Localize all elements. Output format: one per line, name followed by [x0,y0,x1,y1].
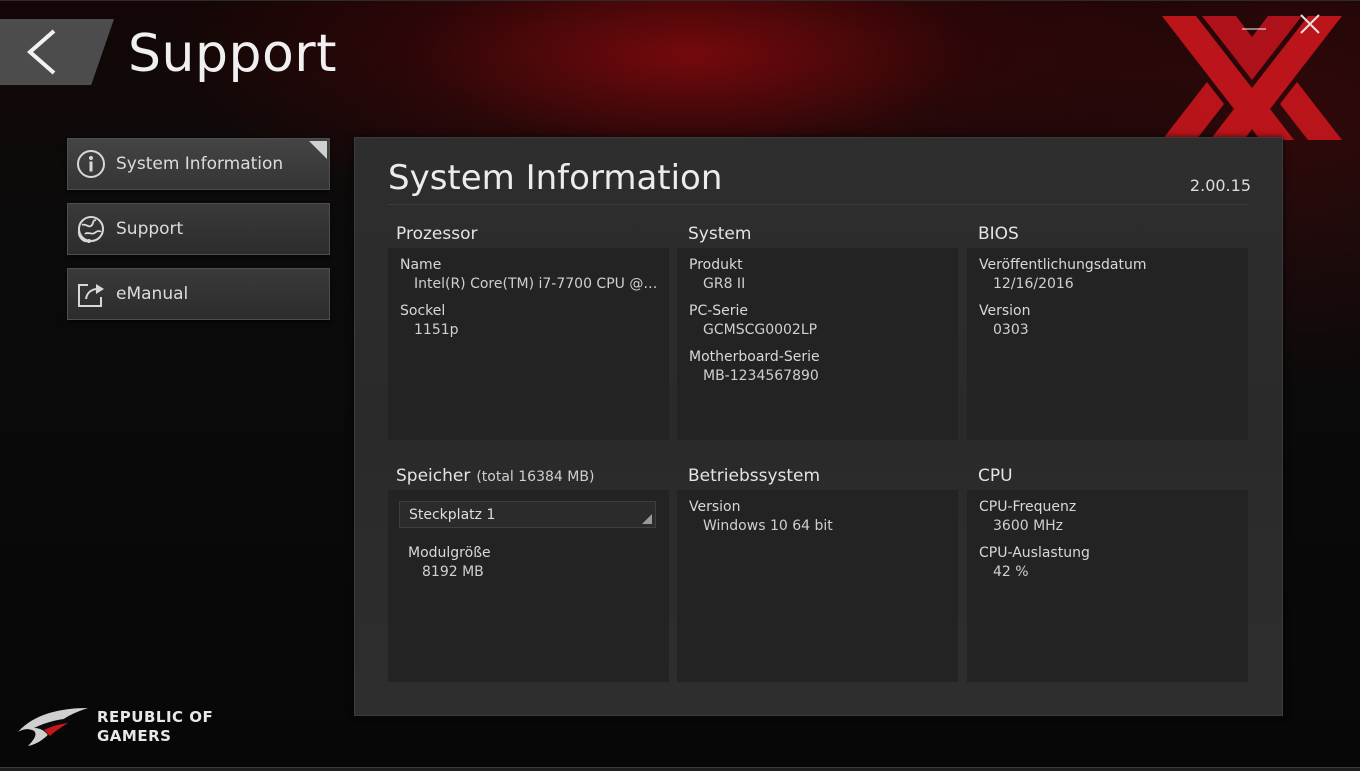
dropdown-arrow-icon [642,514,652,524]
sidebar-item-label: System Information [116,154,284,174]
cpu-frequency-field: CPU-Frequenz 3600 MHz [979,498,1076,536]
close-icon [1300,14,1320,34]
product-value: GR8 II [703,276,746,292]
field-label: Modulgröße [408,545,491,561]
page-title: Support [128,24,338,84]
field-label: Produkt [689,257,743,273]
memory-slot-dropdown[interactable]: Steckplatz 1 [399,501,656,528]
processor-name-field: Name Intel(R) Core(TM) i7-7700 CPU @ 3.6… [400,256,660,294]
system-card: Produkt GR8 II PC-Serie GCMSCG0002LP Mot… [677,248,958,440]
active-corner-indicator [309,141,327,159]
bios-date-field: Veröffentlichungsdatum 12/16/2016 [979,256,1146,294]
os-version-value: Windows 10 64 bit [703,518,833,534]
panel-title: System Information [388,158,723,198]
field-label: Version [689,499,741,515]
system-heading: System [688,224,752,244]
info-icon [77,150,105,178]
cpu-card: CPU-Frequenz 3600 MHz CPU-Auslastung 42 … [967,490,1248,682]
cpu-frequency-value: 3600 MHz [993,518,1064,534]
module-size-value: 8192 MB [422,564,484,580]
bios-heading: BIOS [978,224,1019,244]
field-label: Sockel [400,303,446,319]
bios-date-value: 12/16/2016 [993,276,1074,292]
rog-brand-text: REPUBLIC OF GAMERS [97,708,213,746]
field-label: Veröffentlichungsdatum [979,257,1147,273]
os-version-field: Version Windows 10 64 bit [689,498,833,536]
motherboard-series-value: MB-1234567890 [703,368,819,384]
module-size-field: Modulgröße 8192 MB [408,544,491,582]
pc-series-value: GCMSCG0002LP [703,322,818,338]
field-label: PC-Serie [689,303,749,319]
pc-series-field: PC-Serie GCMSCG0002LP [689,302,817,340]
bios-card: Veröffentlichungsdatum 12/16/2016 Versio… [967,248,1248,440]
memory-heading-text: Speicher [396,466,471,486]
socket-value: 1151p [414,322,459,338]
share-export-icon [78,284,104,307]
cpu-load-field: CPU-Auslastung 42 % [979,544,1090,582]
sidebar-item-emanual[interactable]: eManual [67,268,330,320]
title-divider [388,204,1248,205]
memory-card: Steckplatz 1 Modulgröße 8192 MB [388,490,669,682]
brand-line-2: GAMERS [97,727,172,745]
processor-card: Name Intel(R) Core(TM) i7-7700 CPU @ 3.6… [388,248,669,440]
field-label: Version [979,303,1031,319]
sidebar-item-label: eManual [116,284,189,304]
os-card: Version Windows 10 64 bit [677,490,958,682]
socket-field: Sockel 1151p [400,302,459,340]
brand-line-1: REPUBLIC OF [97,708,214,726]
memory-total: (total 16384 MB) [476,469,595,485]
field-label: CPU-Auslastung [979,545,1090,561]
minimize-button[interactable] [1240,19,1268,39]
bios-version-field: Version 0303 [979,302,1030,340]
field-label: Motherboard-Serie [689,349,820,365]
motherboard-series-field: Motherboard-Serie MB-1234567890 [689,348,820,386]
memory-heading: Speicher (total 16384 MB) [396,466,594,486]
memory-slot-selected: Steckplatz 1 [409,507,496,523]
window-top-border [0,0,1360,1]
window-bottom-border [0,767,1360,771]
app-version: 2.00.15 [1189,176,1251,195]
product-field: Produkt GR8 II [689,256,745,294]
rog-eye-logo-icon [18,708,88,746]
sidebar-item-label: Support [116,219,184,239]
sidebar-item-support[interactable]: Support [67,203,330,255]
bios-version-value: 0303 [993,322,1029,338]
system-information-panel: System Information 2.00.15 Prozessor Sys… [354,137,1283,716]
cpu-heading: CPU [978,466,1013,486]
field-label: CPU-Frequenz [979,499,1077,515]
sidebar-item-system-information[interactable]: System Information [67,138,330,190]
processor-heading: Prozessor [396,224,478,244]
processor-name-value: Intel(R) Core(TM) i7-7700 CPU @ 3.60... [414,276,660,292]
close-button[interactable] [1298,12,1322,36]
os-heading: Betriebssystem [688,466,821,486]
back-arrow-icon [26,29,56,75]
support-globe-icon [77,216,104,243]
cpu-load-value: 42 % [993,564,1029,580]
field-label: Name [400,257,442,273]
